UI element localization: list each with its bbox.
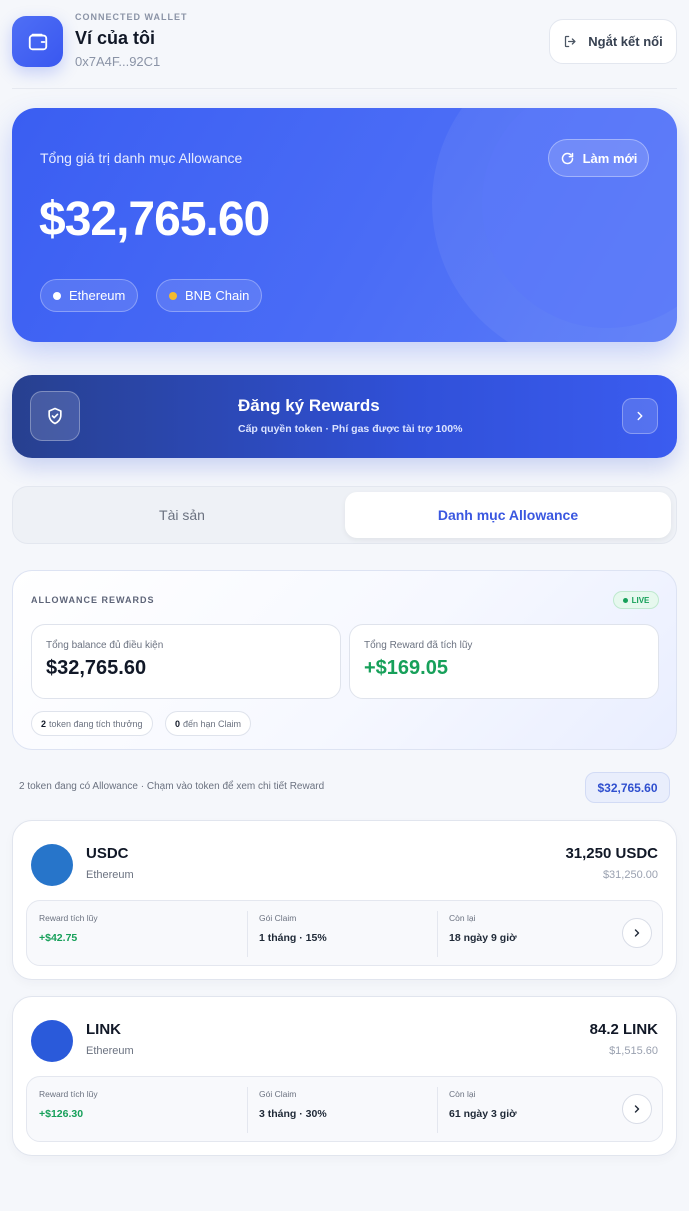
allowance-rewards-summary: ALLOWANCE REWARDS LIVE Tổng balance đủ đ… [12,570,677,750]
banner-subtitle: Cấp quyền token · Phí gas được tài trợ 1… [238,423,463,435]
token-amount: 31,250 USDC [565,845,658,862]
claim-plan-value: 1 tháng · 15% [259,932,327,944]
claim-plan-stat: Gói Claim 3 tháng · 30% [259,1089,327,1131]
remaining-label: Còn lại [449,913,476,923]
token-reward-stats: Reward tích lũy +$126.30 Gói Claim 3 thá… [26,1076,663,1142]
portfolio-title: Tổng giá trị danh mục Allowance [40,150,243,166]
shield-badge [30,391,80,441]
remaining-value: 18 ngày 9 giờ [449,932,517,944]
allowance-list-hint: 2 token đang có Allowance · Chạm vào tok… [19,781,325,792]
stat-divider [437,1087,438,1133]
chain-dot [169,291,177,300]
token-chain: Ethereum [86,1045,134,1057]
live-dot [622,597,628,603]
accumulated-reward-label: Tổng Reward đã tích lũy [364,640,473,651]
logout-icon [565,35,576,48]
remaining-stat: Còn lại 18 ngày 9 giờ [449,913,517,955]
wallet-address[interactable]: 0x7A4F...92C1 [75,54,160,69]
claim-plan-label: Gói Claim [259,1089,297,1099]
claim-due-count: 0 [175,718,181,729]
eligible-balance-box: Tổng balance đủ điều kiện $32,765.60 [31,624,341,699]
reward-stat: Reward tích lũy +$126.30 [39,1089,98,1131]
token-detail-button[interactable] [622,1094,652,1124]
live-label: LIVE [631,595,650,605]
token-name: USDC [86,845,129,862]
token-amount: 84.2 LINK [589,1021,658,1038]
chevron-right-icon [637,411,643,421]
summary-label: ALLOWANCE REWARDS [31,595,155,605]
stat-divider [437,911,438,957]
remaining-label: Còn lại [449,1089,476,1099]
chain-dot [53,291,61,300]
wallet-icon [28,33,47,50]
token-card-usdc[interactable]: USDC Ethereum 31,250 USDC $31,250.00 Rew… [12,820,677,980]
token-reward-stats: Reward tích lũy +$42.75 Gói Claim 1 thán… [26,900,663,966]
earning-tokens-count: 2 [41,718,47,729]
stat-divider [247,1087,248,1133]
rewards-signup-banner[interactable]: Đăng ký Rewards Cấp quyền token · Phí ga… [12,375,677,458]
earning-tokens-text: token đang tích thưởng [49,718,143,729]
earning-tokens-chip: 2 token đang tích thưởng [31,711,153,736]
claim-due-chip: 0 đến hạn Claim [165,711,252,736]
reward-stat-label: Reward tích lũy [39,1089,98,1099]
token-card-link[interactable]: LINK Ethereum 84.2 LINK $1,515.60 Reward… [12,996,677,1156]
portfolio-summary-card: Tổng giá trị danh mục Allowance $32,765.… [12,108,677,342]
claim-plan-stat: Gói Claim 1 tháng · 15% [259,913,327,955]
reward-stat-value: +$126.30 [39,1108,84,1120]
banner-arrow-button[interactable] [622,398,658,434]
live-badge: LIVE [613,591,659,609]
token-chain: Ethereum [86,869,134,881]
usdc-logo-icon [31,844,73,886]
wallet-avatar [12,16,63,67]
reward-stat: Reward tích lũy +$42.75 [39,913,98,955]
token-usd-value: $31,250.00 [602,869,658,881]
accumulated-reward-value: +$169.05 [364,657,448,679]
tab-allowance-portfolio[interactable]: Danh mục Allowance [345,492,671,538]
connected-wallet-label: CONNECTED WALLET [75,12,188,22]
chain-chip-ethereum[interactable]: Ethereum [40,279,139,312]
remaining-value: 61 ngày 3 giờ [449,1108,517,1120]
chevron-right-icon [634,1105,640,1113]
remaining-stat: Còn lại 61 ngày 3 giờ [449,1089,517,1131]
claim-plan-label: Gói Claim [259,913,297,923]
chevron-right-icon [634,929,640,937]
banner-title: Đăng ký Rewards [238,396,380,415]
token-detail-button[interactable] [622,918,652,948]
chain-label: Ethereum [69,288,126,303]
disconnect-label: Ngắt kết nối [588,34,663,49]
token-usd-value: $1,515.60 [609,1045,658,1057]
reward-stat-value: +$42.75 [39,932,78,944]
eligible-balance-value: $32,765.60 [46,657,147,679]
shield-check-icon [48,407,62,425]
stat-divider [247,911,248,957]
disconnect-button[interactable]: Ngắt kết nối [549,19,677,64]
tab-assets[interactable]: Tài sản [19,492,345,538]
claim-due-text: đến hạn Claim [183,718,242,729]
accumulated-reward-box: Tổng Reward đã tích lũy +$169.05 [349,624,659,699]
header-divider [12,88,677,89]
link-logo-icon [31,1020,73,1062]
refresh-icon [561,152,573,164]
reward-stat-label: Reward tích lũy [39,913,98,923]
eligible-balance-label: Tổng balance đủ điều kiện [46,640,164,651]
chain-label: BNB Chain [185,288,250,303]
refresh-button[interactable]: Làm mới [548,139,649,177]
refresh-label: Làm mới [582,150,638,166]
chain-chip-bnb[interactable]: BNB Chain [156,279,263,312]
wallet-name: Ví của tôi [75,28,156,48]
tab-bar: Tài sản Danh mục Allowance [12,486,677,544]
allowance-total-pill: $32,765.60 [585,772,670,803]
claim-plan-value: 3 tháng · 30% [259,1108,327,1120]
portfolio-value: $32,765.60 [39,193,270,246]
token-name: LINK [86,1021,121,1038]
